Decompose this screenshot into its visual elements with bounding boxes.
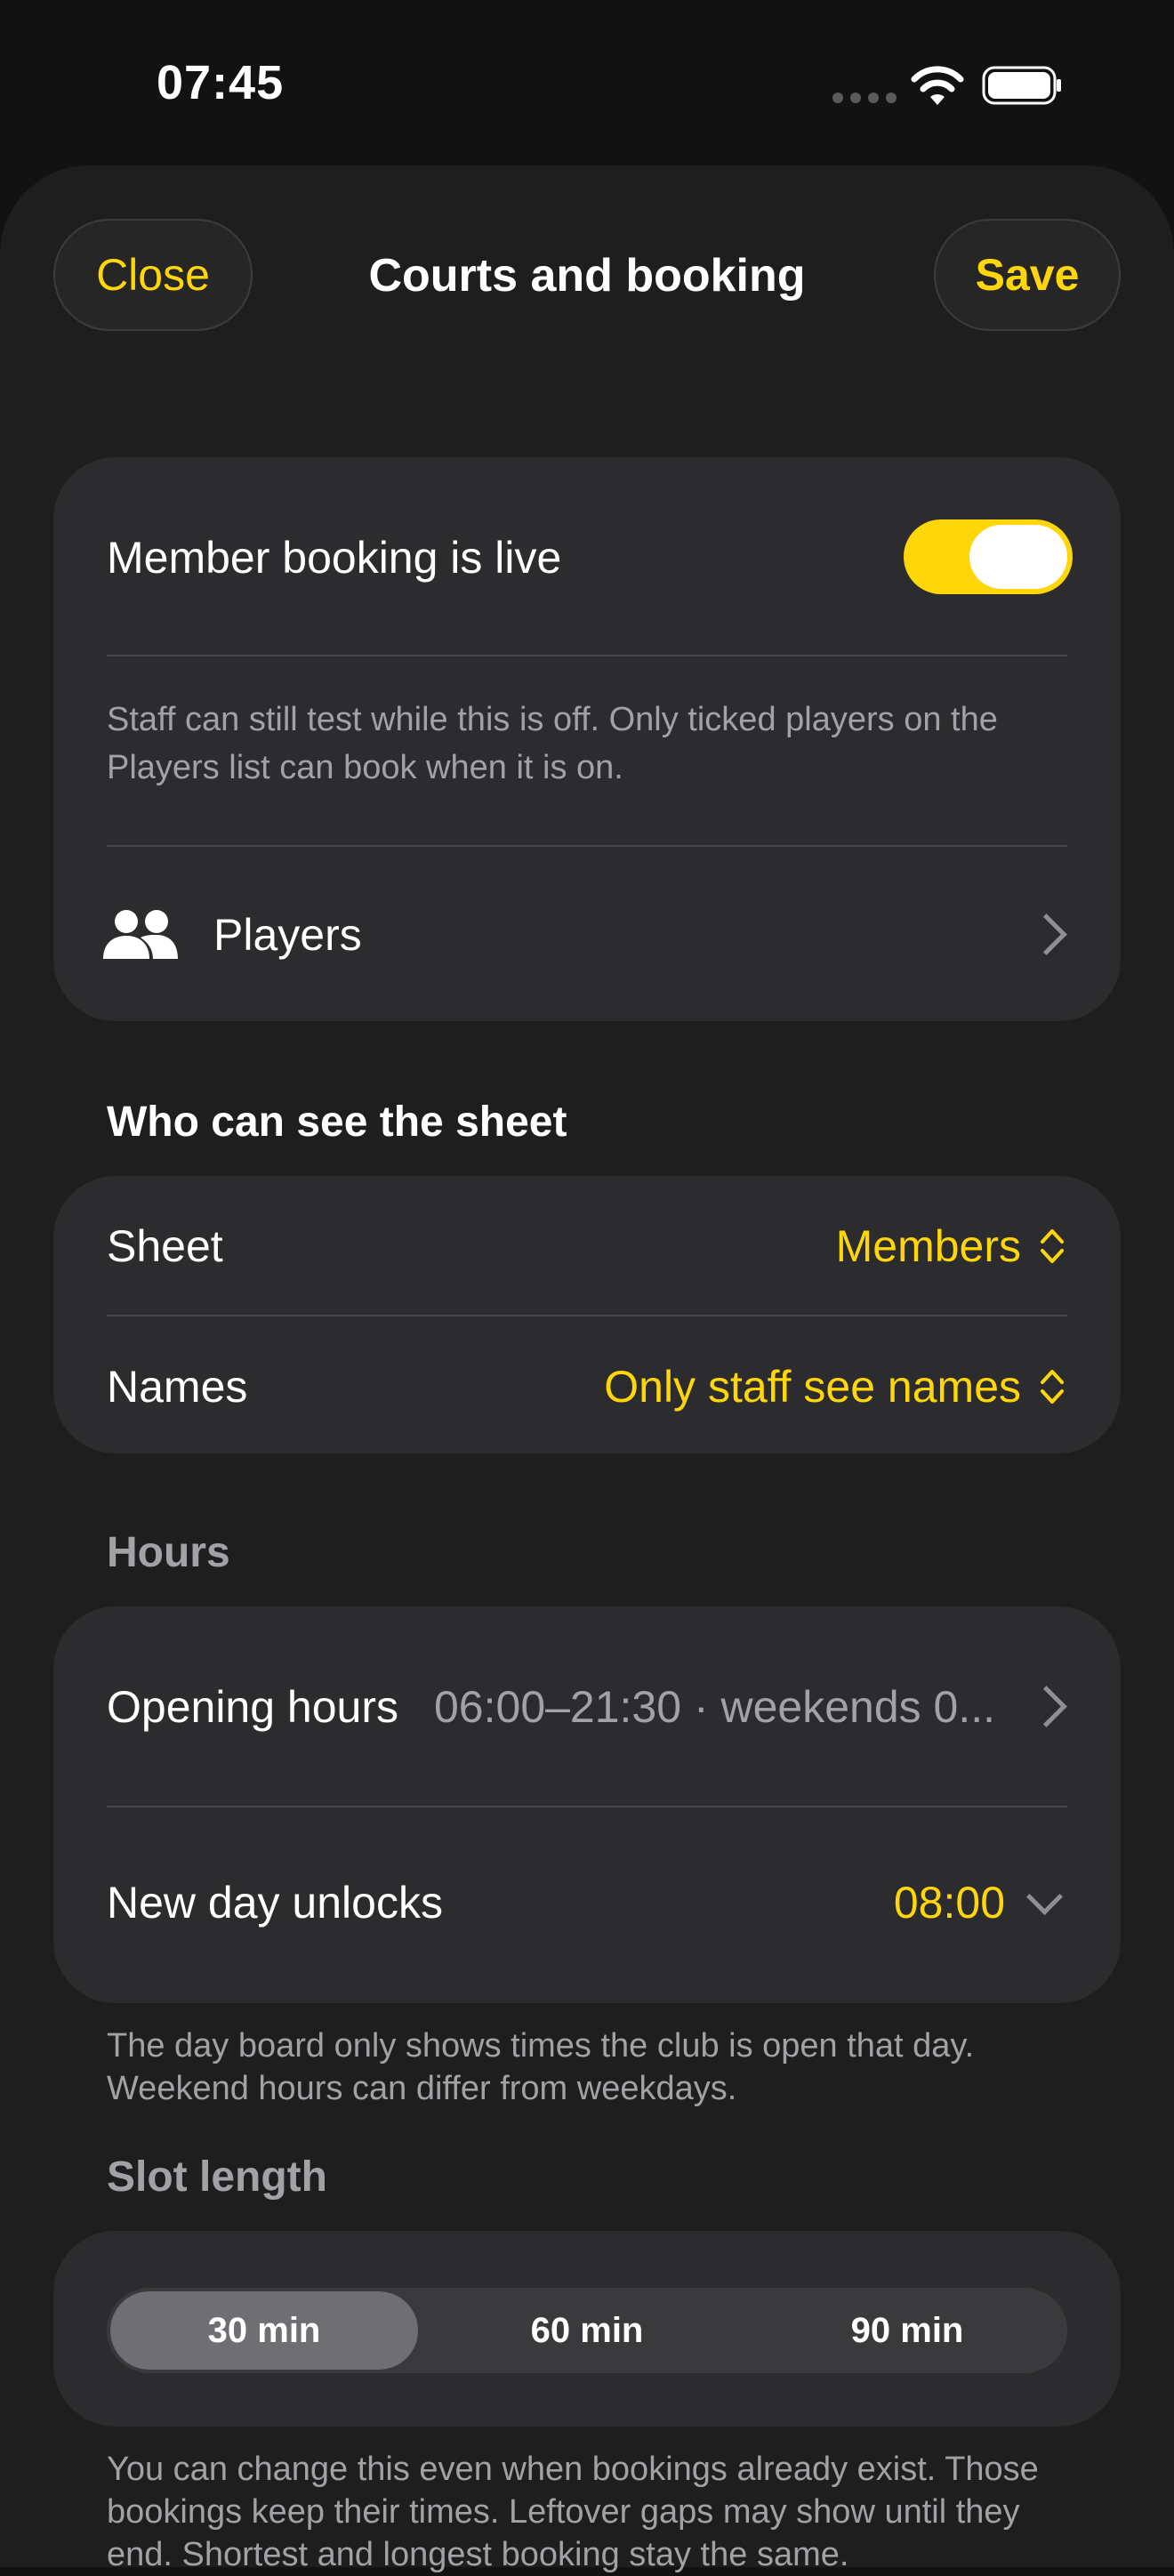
chevron-right-icon <box>1025 914 1067 955</box>
hours-footnote: The day board only shows times the club … <box>107 2027 975 2107</box>
status-time: 07:45 <box>157 56 285 109</box>
opening-hours-value: 06:00–21:30 · weekends 0... <box>434 1682 996 1732</box>
chevron-right-icon <box>1025 1686 1067 1727</box>
wifi-icon <box>911 66 964 105</box>
names-label: Names <box>107 1362 248 1412</box>
sheet-value: Members <box>835 1221 1021 1271</box>
chevron-updown-icon <box>1041 1370 1064 1404</box>
booking-card: Member booking is live Staff can still t… <box>53 457 1121 1021</box>
slot-section-header: Slot length <box>107 2153 327 2201</box>
member-booking-label: Member booking is live <box>107 533 562 583</box>
visibility-card: Sheet Members Names Only staff see names <box>53 1176 1121 1453</box>
sheet-label: Sheet <box>107 1221 223 1271</box>
chevron-down-icon <box>1025 1878 1064 1916</box>
opening-hours-label: Opening hours <box>107 1682 399 1732</box>
segment-90-min[interactable]: 90 min <box>747 2288 1067 2373</box>
status-bar: 07:45 <box>0 0 1174 169</box>
booking-description: Staff can still test while this is off. … <box>107 701 998 786</box>
new-day-unlock-label: New day unlocks <box>107 1878 443 1928</box>
divider <box>107 655 1067 656</box>
save-button[interactable]: Save <box>934 219 1121 331</box>
chevron-updown-icon <box>1041 1229 1064 1263</box>
hours-section-header: Hours <box>107 1529 230 1576</box>
slot-length-segmented-control: 30 min 60 min 90 min <box>107 2288 1067 2373</box>
names-visibility-row[interactable]: Names Only staff see names <box>53 1316 1121 1453</box>
slot-length-card: 30 min 60 min 90 min <box>53 2231 1121 2427</box>
member-booking-toggle[interactable] <box>904 519 1073 594</box>
sheet-visibility-row[interactable]: Sheet Members <box>53 1176 1121 1315</box>
people-icon <box>103 910 178 959</box>
players-label: Players <box>213 910 362 960</box>
settings-sheet: Close Courts and booking Save Member boo… <box>0 165 1174 2573</box>
visibility-section-header: Who can see the sheet <box>107 1099 567 1146</box>
slot-footnote: You can change this even when bookings a… <box>107 2451 1039 2573</box>
players-row[interactable]: Players <box>53 847 1121 1021</box>
segment-60-min[interactable]: 60 min <box>427 2288 747 2373</box>
new-day-unlock-row[interactable]: New day unlocks 08:00 <box>53 1807 1121 2003</box>
names-value: Only staff see names <box>604 1362 1021 1412</box>
new-day-unlock-value: 08:00 <box>893 1878 1005 1928</box>
toggle-knob <box>969 525 1067 589</box>
opening-hours-row[interactable]: Opening hours 06:00–21:30 · weekends 0..… <box>53 1606 1121 1804</box>
battery-icon <box>982 66 1061 105</box>
cellular-signal-icon <box>832 93 897 103</box>
segment-30-min[interactable]: 30 min <box>110 2291 418 2370</box>
hours-card: Opening hours 06:00–21:30 · weekends 0..… <box>53 1606 1121 2003</box>
